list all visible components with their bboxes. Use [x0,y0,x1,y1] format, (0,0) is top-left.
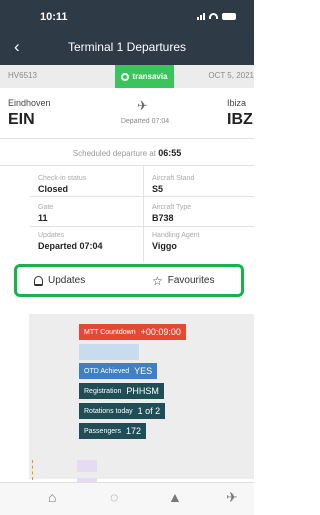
bell-icon [34,275,43,286]
airline-logo: transavia [115,65,174,88]
updates-button-label: Updates [48,275,86,286]
passengers-value: 172 [125,426,141,436]
flight-status: Departed 07:04 [120,118,170,125]
divider [30,226,254,227]
wifi-icon [209,13,218,19]
airline-name: transavia [132,72,168,81]
otd-label: OTD Achieved [84,367,130,375]
checkin-label: Check-in status [38,175,87,182]
scheduled-time: 06:55 [158,148,182,158]
tab-bar: ⌂ ◌ ▲ ✈ [0,482,254,515]
flight-info-bar: HV6513 transavia OCT 5, 2021 [0,65,254,88]
scheduled-departure: Scheduled departure at 06:55 [0,138,254,166]
favourites-button-label: Favourites [167,275,215,286]
faded-block [77,460,97,472]
flight-number: HV6513 [8,71,37,80]
stand-label: Aircraft Stand [152,175,195,182]
plane-icon[interactable]: ✈ [226,489,238,506]
registration-value: PHHSM [126,386,159,396]
bell-icon[interactable]: ▲ [168,489,182,505]
destination-city: Ibiza [227,98,247,108]
gate-label: Gate [38,204,54,211]
gate-value: 11 [38,213,48,223]
updates-button[interactable]: Updates [34,275,85,286]
registration-label: Registration [84,387,122,395]
aircraft-stand: Aircraft Stand S5 [152,175,194,194]
star-icon: ☆ [152,273,163,288]
navigation-bar: ‹ Terminal 1 Departures [0,30,254,65]
action-bar: Updates ☆ Favourites [14,264,244,297]
mtt-label: MTT Countdown [84,328,136,336]
updates-info: Updates Departed 07:04 [38,232,103,251]
page-title: Terminal 1 Departures [67,40,187,54]
otd-achieved-tag: OTD Achieved YES [79,363,158,379]
handling-agent: Handling Agent Viggo [152,232,199,251]
favourites-button[interactable]: ☆ Favourites [152,273,215,288]
updates-label: Updates [38,232,65,239]
type-label: Aircraft Type [152,204,192,211]
rotations-tag: Rotations today 1 of 2 [79,403,166,419]
updates-value: Departed 07:04 [38,241,103,251]
status-bar: 10:11 [0,0,254,30]
details-grid: Check-in status Closed Aircraft Stand S5… [30,166,254,262]
otd-value: YES [134,366,153,376]
signal-icon [197,12,205,20]
mtt-value: +00:09:00 [140,327,181,337]
divider [30,196,254,197]
registration-tag: Registration PHHSM [79,383,164,399]
agent-label: Handling Agent [152,232,200,239]
checkin-status: Check-in status Closed [38,175,86,194]
aircraft-type: Aircraft Type B738 [152,204,191,223]
passengers-label: Passengers [84,427,121,435]
home-icon[interactable]: ⌂ [48,489,56,505]
destination-code: IBZ [227,111,253,128]
battery-icon [222,12,236,20]
route-section: Eindhoven EIN ✈ Departed 07:04 Ibiza IBZ [0,88,254,138]
agent-value: Viggo [152,241,177,251]
airplane-icon: ✈ [137,98,148,113]
scheduled-label: Scheduled departure at [72,149,156,158]
origin-code: EIN [8,111,35,128]
origin-city: Eindhoven [8,98,51,108]
airline-logo-icon [121,72,130,81]
system-icons [197,12,236,20]
passengers-tag: Passengers 172 [79,423,146,439]
grid-divider [143,166,144,262]
mtt-countdown-tag: MTT Countdown +00:09:00 [79,324,186,340]
gate: Gate 11 [38,204,53,223]
stand-value: S5 [152,184,164,194]
rotations-value: 1 of 2 [137,406,161,416]
timeline-marker [32,460,33,480]
chat-icon[interactable]: ◌ [110,489,118,505]
faded-tag [79,344,139,360]
checkin-value: Closed [38,184,69,194]
status-time: 10:11 [40,11,68,23]
rotations-label: Rotations today [84,407,133,415]
type-value: B738 [152,213,174,223]
turnaround-timeline: MTT Countdown +00:09:00 OTD Achieved YES… [29,314,254,490]
flight-date: OCT 5, 2021 [208,71,254,80]
